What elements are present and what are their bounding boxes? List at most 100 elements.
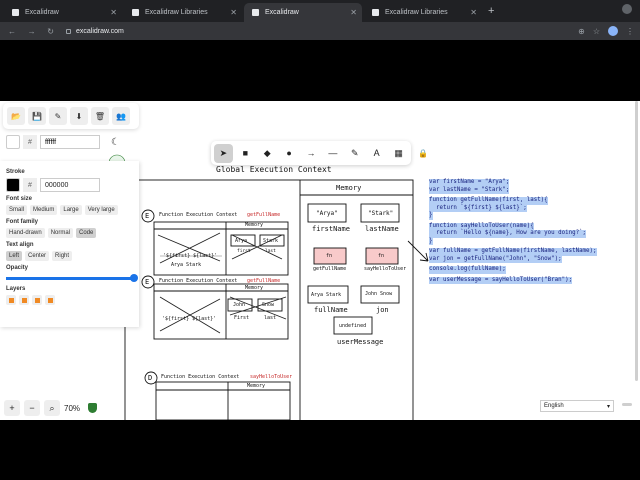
fec1-memory: Memory <box>245 222 264 228</box>
font-family-row: Hand-drawn Normal Code <box>6 228 133 238</box>
tab-excalidraw-1[interactable]: Excalidraw ✕ <box>4 3 122 22</box>
library-tool-icon[interactable]: ▦ <box>389 144 408 163</box>
tab-excalidraw-libraries-2[interactable]: Excalidraw Libraries ✕ <box>364 3 482 22</box>
font-family-normal[interactable]: Normal <box>47 228 74 238</box>
vertical-scrollbar[interactable] <box>635 101 638 381</box>
zoom-in-button[interactable]: + <box>4 400 20 416</box>
properties-panel: Stroke # 000000 Font size Small Medium L… <box>0 161 139 327</box>
new-tab-button[interactable]: + <box>488 5 494 17</box>
stroke-label: Stroke <box>6 169 25 175</box>
layers-row <box>6 295 133 305</box>
fec1-template: '${first} ${last}' <box>163 253 218 259</box>
arrow-tool-icon[interactable]: → <box>302 144 321 163</box>
send-backward-icon[interactable] <box>19 295 29 305</box>
tab-excalidraw-libraries-1[interactable]: Excalidraw Libraries ✕ <box>124 3 242 22</box>
font-family-label: Font family <box>6 219 39 225</box>
language-select[interactable]: English ▾ <box>540 400 614 412</box>
forward-icon[interactable]: → <box>28 27 36 36</box>
tab-title: Excalidraw <box>265 9 299 16</box>
stroke-row: # 000000 <box>6 178 133 192</box>
browser-tab-bar: Excalidraw ✕ Excalidraw Libraries ✕ Exca… <box>0 0 640 22</box>
close-icon[interactable]: ✕ <box>230 8 237 17</box>
opacity-slider[interactable] <box>6 274 138 282</box>
stroke-swatch[interactable] <box>6 178 20 192</box>
font-size-medium[interactable]: Medium <box>30 205 58 215</box>
close-icon[interactable]: ✕ <box>470 8 477 17</box>
rectangle-tool-icon[interactable]: ■ <box>236 144 255 163</box>
fec3-fn: sayHelloToUser <box>250 374 293 380</box>
reload-icon[interactable]: ↻ <box>47 27 54 36</box>
save-as-icon[interactable]: ✎ <box>49 107 67 125</box>
text-align-row: Left Center Right <box>6 251 133 261</box>
close-icon[interactable]: ✕ <box>350 8 357 17</box>
align-center[interactable]: Center <box>25 251 50 261</box>
fec1-arya: Arya <box>235 238 248 244</box>
text-tool-icon[interactable]: A <box>367 144 386 163</box>
fec1-last: last <box>265 249 276 254</box>
align-left[interactable]: Left <box>6 251 23 261</box>
clear-canvas-icon[interactable]: 🗑 <box>91 107 109 125</box>
font-family-code[interactable]: Code <box>76 228 97 238</box>
mem-john-snow: John Snow <box>365 291 393 297</box>
opacity-knob[interactable] <box>130 274 138 282</box>
diamond-tool-icon[interactable]: ◆ <box>258 144 277 163</box>
install-icon[interactable]: ⊕ <box>578 27 585 36</box>
zoom-level: 70% <box>64 403 81 413</box>
zoom-out-button[interactable]: − <box>24 400 40 416</box>
line-tool-icon[interactable]: — <box>323 144 342 163</box>
bring-forward-icon[interactable] <box>32 295 42 305</box>
dark-mode-icon[interactable]: ☾ <box>111 137 120 148</box>
tab-excalidraw-2[interactable]: Excalidraw ✕ <box>244 3 362 22</box>
mem-arya: "Arya" <box>316 210 338 217</box>
canvas-actions: 📂 💾 ✎ ⬇ 🗑 👥 <box>3 103 139 129</box>
url-field[interactable]: excalidraw.com <box>66 28 124 35</box>
fec3-memory: Memory <box>247 383 266 389</box>
font-size-small[interactable]: Small <box>6 205 28 215</box>
align-right[interactable]: Right <box>52 251 73 261</box>
code-line-text: function getFullName(first, last){ <box>429 197 548 205</box>
browser-actions: ⊕ ☆ ⋮ <box>578 26 634 36</box>
tab-search-icon[interactable] <box>622 4 632 14</box>
fec2-john: John <box>233 302 246 308</box>
font-size-very-large[interactable]: Very large <box>84 205 118 215</box>
code-line-text: console.log(fullName); <box>429 266 506 274</box>
export-icon[interactable]: ⬇ <box>70 107 88 125</box>
gec-memory-label: Memory <box>336 184 362 192</box>
lbl-firstname: firstName <box>312 225 350 233</box>
send-to-back-icon[interactable] <box>6 295 16 305</box>
code-block[interactable]: var firstName = "Arya"; var lastName = "S… <box>429 179 597 284</box>
code-line-text: } <box>429 237 433 245</box>
background-hex-input[interactable]: ffffff <box>40 135 100 149</box>
selection-tool-icon[interactable]: ➤ <box>214 143 233 163</box>
mem-fn-1: fn <box>326 253 333 259</box>
bring-to-front-icon[interactable] <box>45 295 55 305</box>
star-icon[interactable]: ☆ <box>593 27 600 36</box>
code-line: return `Hello ${name}, How are you doing… <box>429 230 597 238</box>
lbl-sayhellotouser: sayHelloToUser <box>364 266 407 272</box>
horizontal-scrollbar[interactable] <box>622 403 632 406</box>
background-swatch[interactable] <box>6 135 20 149</box>
profile-avatar[interactable] <box>608 26 618 36</box>
stroke-hex-input[interactable]: 000000 <box>40 178 100 192</box>
font-family-hand-drawn[interactable]: Hand-drawn <box>6 228 45 238</box>
zoom-controls: + − ⌕ 70% <box>4 400 98 416</box>
lock-icon[interactable] <box>66 28 71 34</box>
lock-icon[interactable]: 🔒 <box>418 149 428 158</box>
save-icon[interactable]: 💾 <box>28 107 46 125</box>
code-line: } <box>429 212 597 220</box>
back-icon[interactable]: ← <box>8 27 16 36</box>
menu-dots-icon[interactable]: ⋮ <box>626 27 634 36</box>
fec2-snow: Snow <box>262 302 275 308</box>
zoom-reset-icon[interactable]: ⌕ <box>44 400 60 416</box>
open-icon[interactable]: 📂 <box>7 107 25 125</box>
draw-tool-icon[interactable]: ✎ <box>345 144 364 163</box>
close-icon[interactable]: ✕ <box>110 8 117 17</box>
font-size-large[interactable]: Large <box>60 205 82 215</box>
fec2-fn: getFullName <box>247 278 281 284</box>
fec1-result: Arya Stark <box>171 262 202 268</box>
ellipse-tool-icon[interactable]: ● <box>280 144 299 163</box>
text-align-label: Text align <box>6 242 34 248</box>
font-size-row: Small Medium Large Very large <box>6 205 133 215</box>
code-line-text: var fullName = getFullName(firstName, la… <box>429 248 597 256</box>
collaborate-icon[interactable]: 👥 <box>112 107 130 125</box>
